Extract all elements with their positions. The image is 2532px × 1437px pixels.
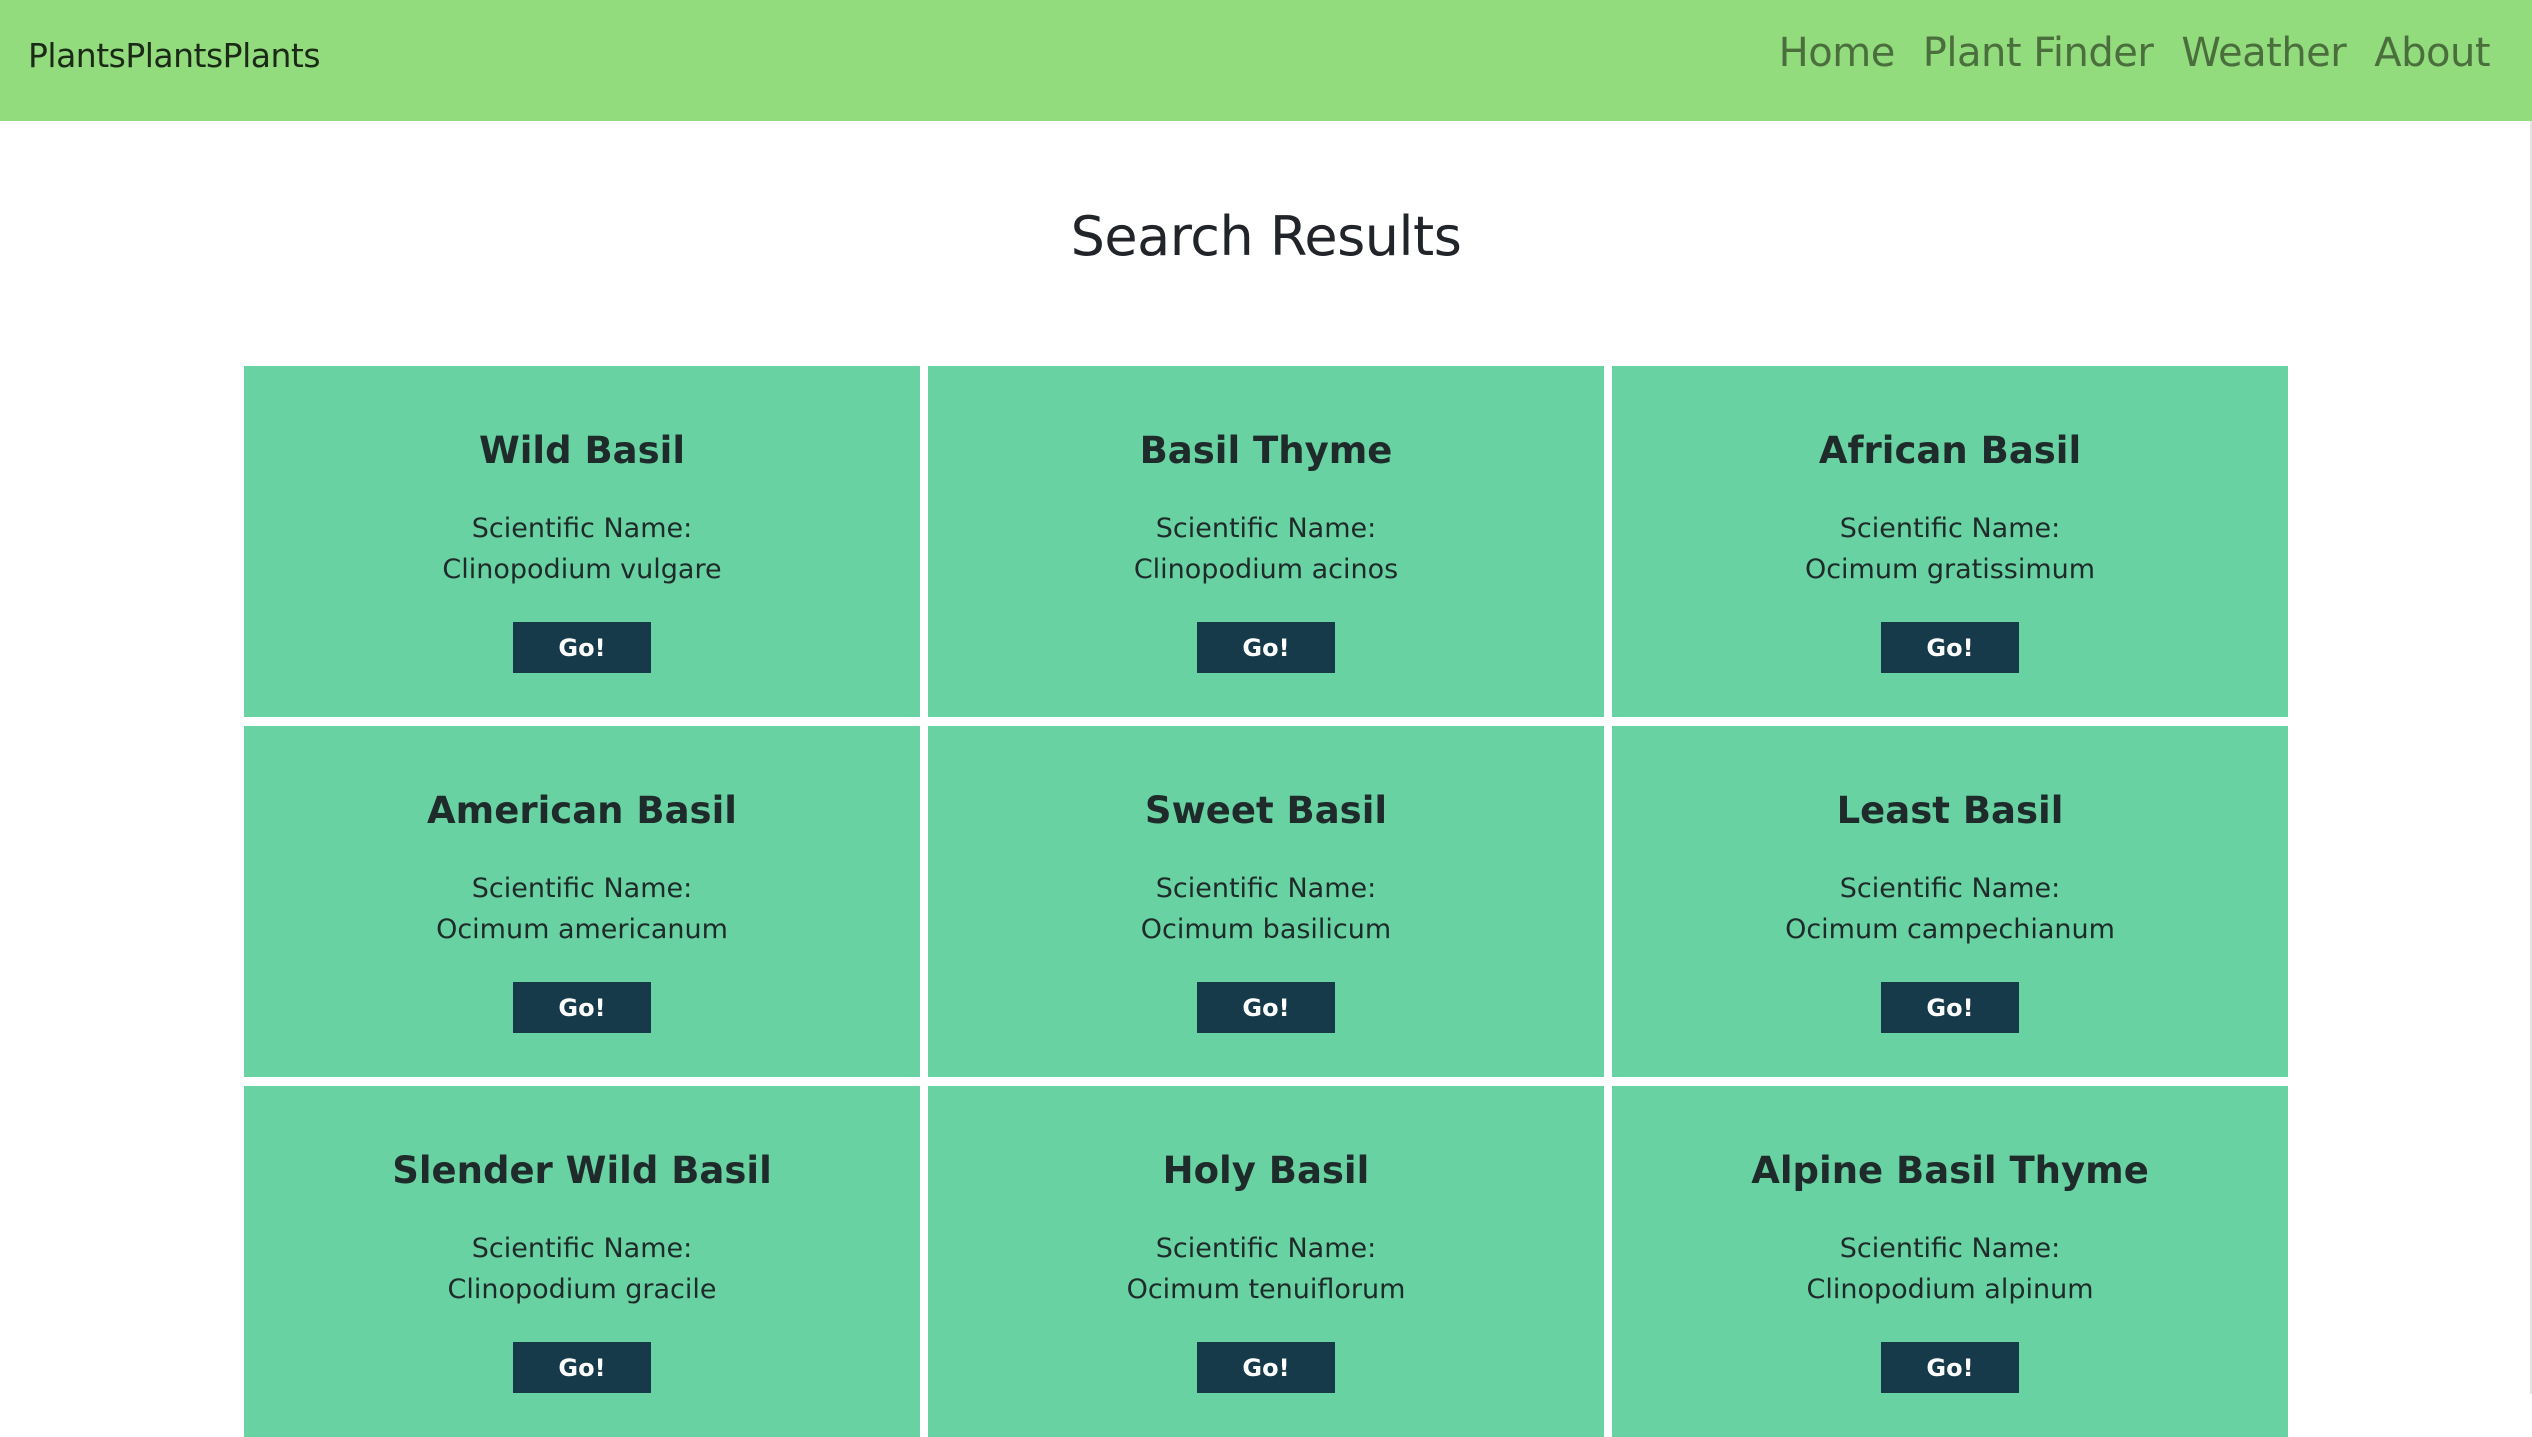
nav-link-about[interactable]: About: [2374, 30, 2490, 76]
scientific-name-label: Scientific Name:: [471, 513, 693, 544]
plant-common-name: Alpine Basil Thyme: [1751, 1149, 2149, 1192]
plant-common-name: American Basil: [427, 789, 737, 832]
go-button[interactable]: Go!: [513, 622, 651, 673]
plant-common-name: Wild Basil: [478, 429, 686, 472]
plant-common-name: Sweet Basil: [1144, 789, 1388, 832]
go-button[interactable]: Go!: [1881, 982, 2019, 1033]
go-button[interactable]: Go!: [513, 1342, 651, 1393]
plant-common-name: Basil Thyme: [1139, 429, 1393, 472]
plant-common-name: African Basil: [1818, 429, 2082, 472]
scientific-name: Clinopodium vulgare: [442, 554, 722, 585]
scientific-name: Ocimum campechianum: [1785, 914, 2115, 945]
scientific-name-label: Scientific Name:: [1839, 873, 2061, 904]
scientific-name-label: Scientific Name:: [1155, 513, 1377, 544]
brand-logo-link[interactable]: PlantsPlantsPlants: [28, 36, 321, 75]
go-button[interactable]: Go!: [1197, 982, 1335, 1033]
go-button[interactable]: Go!: [1197, 1342, 1335, 1393]
result-card: Slender Wild Basil Scientific Name: Clin…: [244, 1086, 920, 1437]
nav-link-home[interactable]: Home: [1779, 30, 1896, 76]
results-grid: Wild Basil Scientific Name: Clinopodium …: [244, 366, 2290, 1437]
plant-common-name: Slender Wild Basil: [392, 1149, 772, 1192]
result-card: Sweet Basil Scientific Name: Ocimum basi…: [928, 726, 1604, 1077]
result-card: Wild Basil Scientific Name: Clinopodium …: [244, 366, 920, 717]
result-card: Alpine Basil Thyme Scientific Name: Clin…: [1612, 1086, 2288, 1437]
result-card: African Basil Scientific Name: Ocimum gr…: [1612, 366, 2288, 717]
result-card: American Basil Scientific Name: Ocimum a…: [244, 726, 920, 1077]
scientific-name-label: Scientific Name:: [471, 1233, 693, 1264]
go-button[interactable]: Go!: [1881, 1342, 2019, 1393]
nav-link-plant-finder[interactable]: Plant Finder: [1923, 30, 2154, 76]
page-title: Search Results: [1070, 205, 1462, 268]
plant-common-name: Holy Basil: [1162, 1149, 1370, 1192]
plant-common-name: Least Basil: [1836, 789, 2064, 832]
go-button[interactable]: Go!: [1197, 622, 1335, 673]
scientific-name-label: Scientific Name:: [471, 873, 693, 904]
go-button[interactable]: Go!: [513, 982, 651, 1033]
navbar: PlantsPlantsPlants Home Plant Finder Wea…: [0, 0, 2532, 121]
scientific-name-label: Scientific Name:: [1155, 873, 1377, 904]
result-card: Basil Thyme Scientific Name: Clinopodium…: [928, 366, 1604, 717]
scientific-name-label: Scientific Name:: [1155, 1233, 1377, 1264]
nav-link-weather[interactable]: Weather: [2181, 30, 2346, 76]
scientific-name: Ocimum americanum: [436, 914, 728, 945]
scientific-name: Clinopodium gracile: [447, 1274, 717, 1305]
scientific-name: Clinopodium acinos: [1133, 554, 1399, 585]
scientific-name: Ocimum tenuiflorum: [1126, 1274, 1406, 1305]
result-card: Holy Basil Scientific Name: Ocimum tenui…: [928, 1086, 1604, 1437]
nav-links: Home Plant Finder Weather About: [1779, 30, 2491, 76]
scientific-name-label: Scientific Name:: [1839, 1233, 2061, 1264]
scientific-name: Ocimum basilicum: [1140, 914, 1392, 945]
scientific-name: Clinopodium alpinum: [1806, 1274, 2094, 1305]
scientific-name: Ocimum gratissimum: [1804, 554, 2096, 585]
go-button[interactable]: Go!: [1881, 622, 2019, 673]
result-card: Least Basil Scientific Name: Ocimum camp…: [1612, 726, 2288, 1077]
scientific-name-label: Scientific Name:: [1839, 513, 2061, 544]
